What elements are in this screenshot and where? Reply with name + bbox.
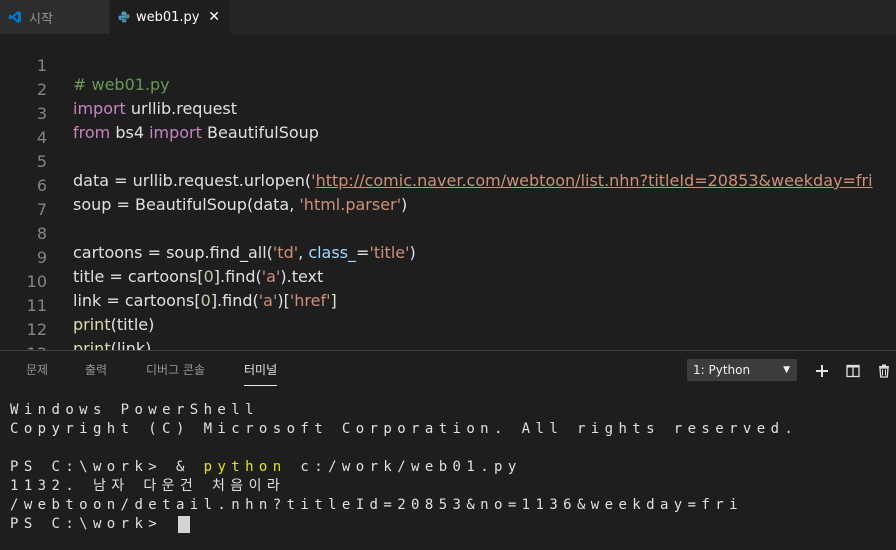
terminal-select-value: 1: Python	[693, 363, 751, 377]
terminal-line: Windows PowerShell	[10, 402, 259, 418]
editor-tab-bar: 시작 web01.py ✕	[0, 0, 896, 34]
panel-tab-bar: 문제 출력 디버그 콘솔 터미널 1: Python ▼	[0, 351, 896, 389]
split-icon[interactable]	[846, 363, 860, 378]
code-line: 4	[0, 107, 896, 147]
code-line: 6 soup = BeautifulSoup(data, 'html.parse…	[0, 155, 896, 214]
tab-problems[interactable]: 문제	[26, 361, 48, 378]
terminal-cursor	[177, 515, 190, 533]
code-line: 11 print(title)	[0, 275, 896, 334]
terminal-prompt: PS C:\work>	[10, 516, 176, 532]
terminal-line: PS C:\work>	[10, 515, 890, 534]
line-number: 13	[0, 342, 47, 350]
tab-debug-console[interactable]: 디버그 콘솔	[146, 361, 205, 378]
bottom-panel: 문제 출력 디버그 콘솔 터미널 1: Python ▼ Windows Pow…	[0, 350, 896, 550]
dropdown-arrow-icon: ▼	[783, 365, 790, 375]
tab-web01[interactable]: web01.py ✕	[110, 0, 230, 34]
terminal-line: PS C:\work> & python c:/work/web01.py	[10, 458, 890, 477]
code-line: 9 title = cartoons[0].find('a').text	[0, 227, 896, 286]
tab-start-label: 시작	[29, 11, 53, 27]
code-line: 3 from bs4 import BeautifulSoup	[0, 83, 896, 142]
code-line: 10 link = cartoons[0].find('a')['href']	[0, 251, 896, 310]
code-line: 2 import urllib.request	[0, 59, 896, 118]
code-line: 7	[0, 179, 896, 219]
terminal-prompt: PS C:\work> &	[10, 459, 204, 475]
terminal-line: /webtoon/detail.nhn?titleId=20853&no=113…	[10, 497, 743, 513]
tab-web01-label: web01.py	[136, 9, 200, 25]
trash-icon[interactable]	[877, 363, 891, 378]
tab-output[interactable]: 출력	[85, 361, 107, 378]
close-icon[interactable]: ✕	[208, 9, 220, 25]
code-line: 12 print(link)	[0, 299, 896, 350]
code-line: 5 data = urllib.request.urlopen('http://…	[0, 131, 896, 190]
terminal-output[interactable]: Windows PowerShell Copyright (C) Microso…	[10, 401, 890, 534]
plus-icon[interactable]	[815, 363, 829, 377]
terminal-line: Copyright (C) Microsoft Corporation. All…	[10, 421, 799, 437]
tab-terminal[interactable]: 터미널	[244, 361, 278, 386]
tab-start[interactable]: 시작	[0, 0, 110, 34]
terminal-argument: c:/work/web01.py	[286, 459, 522, 475]
code-line: 1 # web01.py	[0, 35, 896, 94]
vscode-icon	[8, 10, 22, 24]
terminal-line: 1132. 남자 다운건 처음이라	[10, 478, 286, 494]
python-file-icon	[118, 11, 130, 23]
terminal-select[interactable]: 1: Python ▼	[687, 359, 797, 381]
code-line: 8 cartoons = soup.find_all('td', class_=…	[0, 203, 896, 262]
code-editor[interactable]: 1 # web01.py 2 import urllib.request 3 f…	[0, 34, 896, 350]
terminal-command: python	[203, 459, 287, 475]
code-line: 13	[0, 323, 896, 350]
